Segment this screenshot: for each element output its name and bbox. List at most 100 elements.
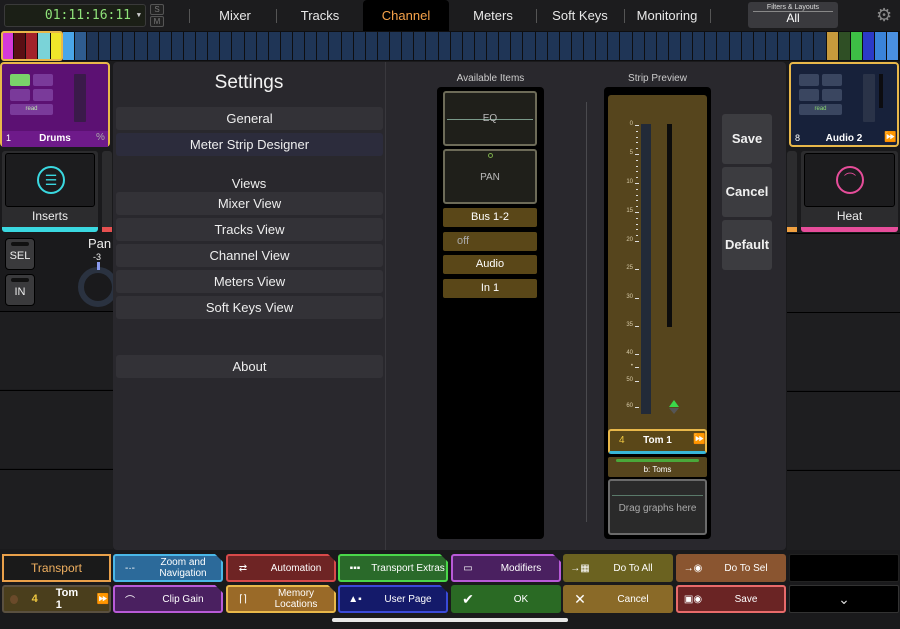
softkey-memory-locations[interactable]: ⌈⌉ Memory Locations <box>226 585 336 613</box>
track-color-strip[interactable] <box>0 31 900 61</box>
inserts-button[interactable]: ☰ Inserts <box>2 151 98 232</box>
softkey-zoom-and-navigation[interactable]: -·- Zoom and Navigation <box>113 554 223 582</box>
track-color-cell[interactable] <box>62 32 74 60</box>
save-button[interactable]: Save <box>722 114 772 164</box>
visible-range-indicator[interactable] <box>1 31 63 61</box>
softkey-user-page[interactable]: ▲▪ User Page <box>338 585 448 613</box>
gear-icon[interactable]: ⚙ <box>876 6 894 24</box>
eq-graph-item[interactable]: EQ <box>443 91 537 146</box>
track-color-cell[interactable] <box>305 32 317 60</box>
tab-channel[interactable]: Channel <box>363 0 449 31</box>
track-color-cell[interactable] <box>875 32 887 60</box>
track-color-cell[interactable] <box>644 32 656 60</box>
menu-item-tracks-view[interactable]: Tracks View <box>116 218 383 241</box>
track-color-cell[interactable] <box>571 32 583 60</box>
home-indicator[interactable] <box>332 618 568 622</box>
track-color-cell[interactable] <box>535 32 547 60</box>
tab-mixer[interactable]: Mixer <box>195 0 275 31</box>
preview-track-name-card[interactable]: 4 Tom 1 ⏩ <box>608 429 707 454</box>
track-color-cell[interactable] <box>753 32 765 60</box>
track-color-cell[interactable] <box>353 32 365 60</box>
track-color-cell[interactable] <box>99 32 111 60</box>
track-color-cell[interactable] <box>414 32 426 60</box>
track-color-cell[interactable] <box>620 32 632 60</box>
track-color-cell[interactable] <box>123 32 135 60</box>
track-color-cell[interactable] <box>159 32 171 60</box>
track-color-cell[interactable] <box>256 32 268 60</box>
track-color-cell[interactable] <box>147 32 159 60</box>
track-color-cell[interactable] <box>280 32 292 60</box>
menu-item-soft-keys-view[interactable]: Soft Keys View <box>116 296 383 319</box>
track-color-cell[interactable] <box>887 32 899 60</box>
track-color-cell[interactable] <box>838 32 850 60</box>
track-color-cell[interactable] <box>244 32 256 60</box>
track-color-cell[interactable] <box>596 32 608 60</box>
menu-item-general[interactable]: General <box>116 107 383 130</box>
track-color-cell[interactable] <box>668 32 680 60</box>
pan-knob[interactable] <box>78 267 118 307</box>
track-color-cell[interactable] <box>196 32 208 60</box>
track-color-cell[interactable] <box>499 32 511 60</box>
track-color-cell[interactable] <box>632 32 644 60</box>
mute-button[interactable]: M <box>150 16 164 27</box>
softkey-do-to-all[interactable]: →▦ Do To All <box>563 554 673 582</box>
track-color-cell[interactable] <box>450 32 462 60</box>
track-color-cell[interactable] <box>717 32 729 60</box>
track-color-cell[interactable] <box>365 32 377 60</box>
track-color-cell[interactable] <box>547 32 559 60</box>
track-color-cell[interactable] <box>765 32 777 60</box>
softkey-do-to-sel[interactable]: →◉ Do To Sel <box>676 554 786 582</box>
item-off[interactable]: off <box>443 232 537 251</box>
track-color-cell[interactable] <box>86 32 98 60</box>
track-color-cell[interactable] <box>402 32 414 60</box>
track-color-cell[interactable] <box>474 32 486 60</box>
preview-bus-card[interactable]: b: Toms <box>608 457 707 477</box>
track-color-cell[interactable] <box>681 32 693 60</box>
item-audio[interactable]: Audio <box>443 255 537 274</box>
track-color-cell[interactable] <box>862 32 874 60</box>
graph-drop-zone[interactable]: Drag graphs here <box>608 479 707 535</box>
track-color-cell[interactable] <box>317 32 329 60</box>
sel-button[interactable]: SEL <box>5 238 35 270</box>
default-button[interactable]: Default <box>722 220 772 270</box>
softkey-transport[interactable]: Transport <box>2 554 111 582</box>
track-color-cell[interactable] <box>826 32 838 60</box>
softkey-ok[interactable]: ✔ OK <box>451 585 561 613</box>
track-color-cell[interactable] <box>293 32 305 60</box>
track-color-cell[interactable] <box>377 32 389 60</box>
menu-item-channel-view[interactable]: Channel View <box>116 244 383 267</box>
track-color-cell[interactable] <box>111 32 123 60</box>
menu-item-meter-strip-designer[interactable]: Meter Strip Designer <box>116 133 383 156</box>
item-input[interactable]: In 1 <box>443 279 537 298</box>
track-color-cell[interactable] <box>523 32 535 60</box>
track-card-audio-2[interactable]: read 8 Audio 2 ⏩ <box>789 62 899 147</box>
track-color-cell[interactable] <box>608 32 620 60</box>
item-bus[interactable]: Bus 1-2 <box>443 208 537 227</box>
track-card-drums[interactable]: read 1 Drums % <box>0 62 110 147</box>
selected-track-softkey[interactable]: 4 Tom 1 ⏩ <box>2 585 111 613</box>
track-color-cell[interactable] <box>135 32 147 60</box>
pan-graph-item[interactable]: PAN <box>443 149 537 204</box>
track-color-cell[interactable] <box>850 32 862 60</box>
input-button[interactable]: IN <box>5 274 35 306</box>
track-color-cell[interactable] <box>487 32 499 60</box>
softkey-clip-gain[interactable]: ⌒ Clip Gain <box>113 585 223 613</box>
heat-button[interactable]: ⌒ Heat <box>801 151 898 232</box>
expand-softkeys-button[interactable]: ⌄ <box>789 585 899 613</box>
sends-button[interactable] <box>102 151 112 232</box>
track-color-cell[interactable] <box>220 32 232 60</box>
tab-monitoring[interactable]: Monitoring <box>626 0 708 31</box>
tab-meters[interactable]: Meters <box>452 0 534 31</box>
menu-item-meters-view[interactable]: Meters View <box>116 270 383 293</box>
softkey-modifiers[interactable]: ▭ Modifiers <box>451 554 561 582</box>
track-color-cell[interactable] <box>74 32 86 60</box>
track-color-cell[interactable] <box>390 32 402 60</box>
filters-layouts-button[interactable]: Filters & Layouts All <box>748 2 838 28</box>
track-color-cell[interactable] <box>462 32 474 60</box>
menu-item-about[interactable]: About <box>116 355 383 378</box>
tab-tracks[interactable]: Tracks <box>280 0 360 31</box>
track-color-cell[interactable] <box>778 32 790 60</box>
softkey-save[interactable]: ▣◉ Save <box>676 585 786 613</box>
track-color-cell[interactable] <box>268 32 280 60</box>
menu-item-mixer-view[interactable]: Mixer View <box>116 192 383 215</box>
